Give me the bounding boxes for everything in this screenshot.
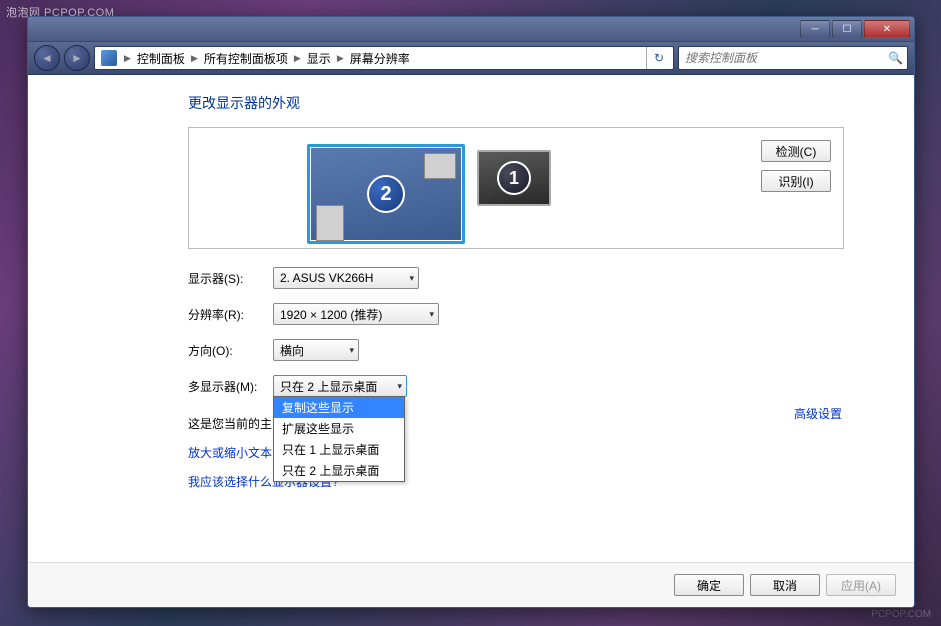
cancel-button[interactable]: 取消 [750,574,820,596]
identify-button[interactable]: 识别(I) [761,170,831,192]
search-input[interactable] [683,50,888,66]
breadcrumb-item[interactable]: 显示 [304,50,334,67]
close-button[interactable]: ✕ [864,20,910,38]
breadcrumb-item[interactable]: 屏幕分辨率 [347,50,413,67]
monitor-2[interactable]: 2 [307,144,465,244]
minimize-button[interactable]: ─ [800,20,830,38]
dropdown-option[interactable]: 扩展这些显示 [274,418,404,439]
dialog-footer: 确定 取消 应用(A) [28,562,914,607]
control-panel-icon [101,50,117,66]
content-area: 更改显示器的外观 2 1 检测(C) 识别(I) 显示器(S): 2. ASUS… [28,75,914,607]
display-select[interactable]: 2. ASUS VK266H [273,267,419,289]
breadcrumb-item[interactable]: 控制面板 [134,50,188,67]
search-icon[interactable]: 🔍 [888,51,903,65]
page-title: 更改显示器的外观 [188,93,844,113]
multi-display-label: 多显示器(M): [188,378,273,395]
monitor-number-badge: 2 [367,175,405,213]
orientation-select[interactable]: 横向 [273,339,359,361]
refresh-button[interactable]: ↻ [646,47,671,69]
display-label: 显示器(S): [188,270,273,287]
thumbnail-window-icon [316,205,344,241]
maximize-button[interactable]: ☐ [832,20,862,38]
ok-button[interactable]: 确定 [674,574,744,596]
watermark-bottom-right: PCPOP.COM [871,609,931,620]
breadcrumb-item[interactable]: 所有控制面板项 [201,50,291,67]
thumbnail-window-icon [424,153,456,179]
detect-button[interactable]: 检测(C) [761,140,831,162]
orientation-label: 方向(O): [188,342,273,359]
resolution-label: 分辨率(R): [188,306,273,323]
dropdown-option[interactable]: 只在 1 上显示桌面 [274,439,404,460]
monitor-number-badge: 1 [497,161,531,195]
breadcrumb: ▶控制面板 ▶所有控制面板项 ▶显示 ▶屏幕分辨率 [121,50,413,67]
search-box[interactable]: 🔍 [678,46,908,70]
monitor-1[interactable]: 1 [477,150,551,206]
dropdown-option[interactable]: 复制这些显示 [274,397,404,418]
resolution-select[interactable]: 1920 × 1200 (推荐) [273,303,439,325]
advanced-settings-link[interactable]: 高级设置 [794,405,842,422]
apply-button[interactable]: 应用(A) [826,574,896,596]
address-bar[interactable]: ▶控制面板 ▶所有控制面板项 ▶显示 ▶屏幕分辨率 ↻ [94,46,674,70]
monitor-arrangement-box[interactable]: 2 1 检测(C) 识别(I) [188,127,844,249]
dropdown-option[interactable]: 只在 2 上显示桌面 [274,460,404,481]
forward-button[interactable]: ► [64,45,90,71]
window-screen-resolution: ─ ☐ ✕ ◄ ► ▶控制面板 ▶所有控制面板项 ▶显示 ▶屏幕分辨率 ↻ 🔍 … [27,16,915,608]
titlebar: ─ ☐ ✕ [28,17,914,42]
multi-display-dropdown: 复制这些显示 扩展这些显示 只在 1 上显示桌面 只在 2 上显示桌面 [273,396,405,482]
back-button[interactable]: ◄ [34,45,60,71]
navigation-bar: ◄ ► ▶控制面板 ▶所有控制面板项 ▶显示 ▶屏幕分辨率 ↻ 🔍 [28,42,914,75]
multi-display-select[interactable]: 只在 2 上显示桌面 [273,375,407,397]
